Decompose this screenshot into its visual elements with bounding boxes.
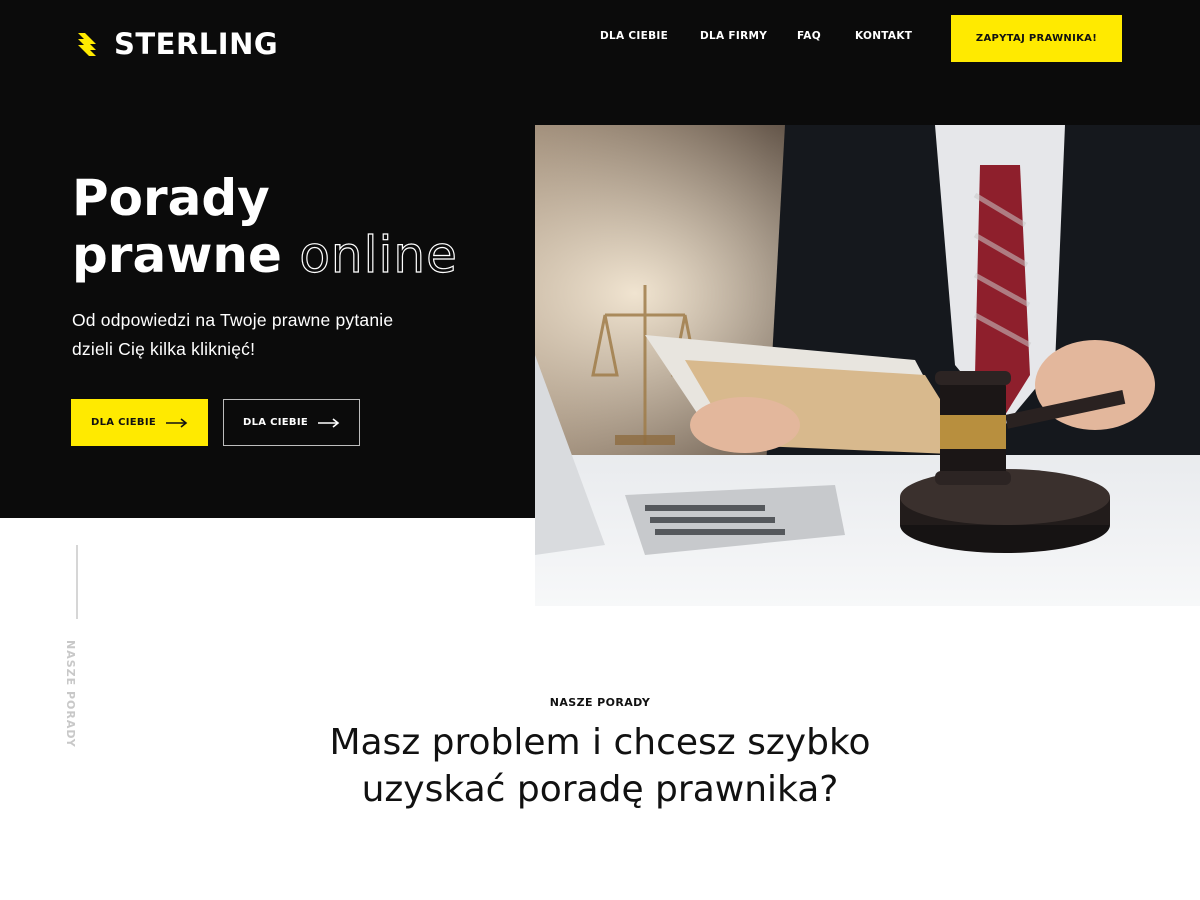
hero-primary-button-label: DLA CIEBIE [91,417,156,428]
hero-image-lawyer-gavel [535,125,1200,606]
arrow-right-icon [317,417,340,428]
hero-title-outline: online [299,226,458,284]
nav-item-dla-ciebie[interactable]: DLA CIEBIE [600,30,668,42]
section-eyebrow-wrap: NASZE PORADY [0,696,1200,711]
hero-subtitle: Od odpowiedzi na Twoje prawne pytanie dz… [72,310,394,359]
nav-item-faq[interactable]: FAQ [797,30,821,42]
arrow-right-icon [165,417,188,428]
nav-item-kontakt[interactable]: KONTAKT [855,30,912,42]
hero-title-line1: Porady [72,169,270,227]
hero-title: Porady prawne online [72,169,522,285]
section-eyebrow: NASZE PORADY [546,696,654,711]
section-title-line2: uzyskać poradę prawnika? [361,769,839,810]
logo[interactable]: STERLING [76,26,278,62]
stripes-logo-icon [78,33,96,56]
brand-name: STERLING [114,27,279,61]
hero-primary-button[interactable]: DLA CIEBIE [71,399,208,446]
section-title-line1: Masz problem i chcesz szybko [329,722,871,763]
hero-title-line2: prawne [72,226,282,284]
hero-secondary-button-label: DLA CIEBIE [243,417,308,428]
hero-secondary-button[interactable]: DLA CIEBIE [223,399,360,446]
side-divider-line [76,545,78,619]
side-label-nasze-porady: NASZE PORADY [64,640,77,748]
section-title: Masz problem i chcesz szybko uzyskać por… [250,719,950,813]
lawyer-gavel-illustration [535,125,1200,606]
ask-lawyer-button[interactable]: ZAPYTAJ PRAWNIKA! [951,15,1122,62]
ask-lawyer-label: ZAPYTAJ PRAWNIKA! [975,33,1098,44]
nav-item-dla-firmy[interactable]: DLA FIRMY [700,30,767,42]
